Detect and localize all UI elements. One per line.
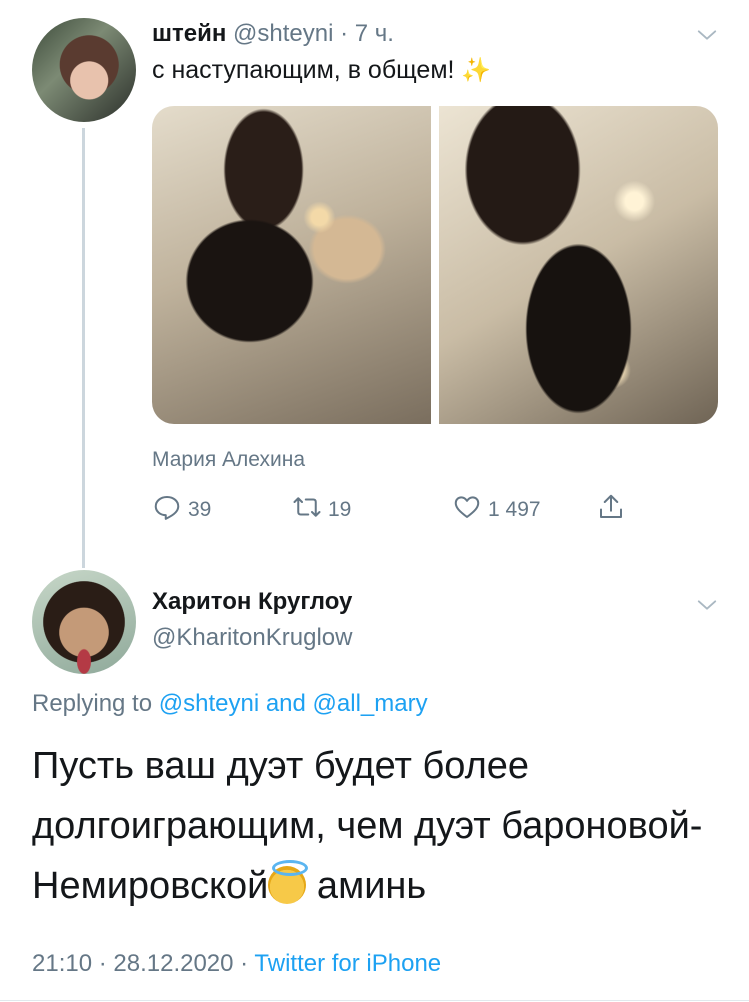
heart-icon: [452, 492, 482, 528]
mention-link[interactable]: @all_mary: [313, 690, 428, 717]
angel-emoji-icon: [268, 860, 309, 904]
tweet-header: штейн @shteyni · 7 ч.: [152, 20, 394, 48]
reply-count: 39: [188, 498, 212, 521]
replying-and[interactable]: and: [266, 690, 306, 717]
avatar[interactable]: [32, 18, 136, 122]
tweet-text: с наступающим, в общем! ✨: [152, 56, 491, 85]
divider: [0, 1000, 749, 1001]
source-link[interactable]: Twitter for iPhone: [254, 950, 441, 977]
reply-icon: [152, 492, 182, 528]
author-handle[interactable]: @shteyni: [233, 20, 333, 47]
reply-author-handle[interactable]: @KharitonKruglow: [152, 624, 352, 652]
media-photo[interactable]: [439, 106, 718, 424]
share-button[interactable]: [596, 492, 626, 528]
retweet-icon: [292, 492, 322, 528]
retweet-count: 19: [328, 498, 352, 521]
retweet-button[interactable]: 19: [292, 492, 351, 528]
like-count: 1 497: [488, 498, 541, 521]
avatar[interactable]: [32, 570, 136, 674]
media-photo[interactable]: [152, 106, 431, 424]
author-name[interactable]: штейн: [152, 20, 226, 47]
reply-text-end: аминь: [306, 865, 427, 907]
replying-to-line: Replying to @shteyni and @all_mary: [32, 690, 428, 718]
tweet-body: с наступающим, в общем!: [152, 56, 455, 84]
tweet-time[interactable]: · 7 ч.: [340, 20, 394, 47]
reply-footer: 21:10 · 28.12.2020 · Twitter for iPhone: [32, 950, 441, 978]
sparkles-emoji: ✨: [461, 57, 492, 84]
reply-button[interactable]: 39: [152, 492, 211, 528]
reply-author-name[interactable]: Харитон Круглоу: [152, 588, 352, 616]
tagged-user[interactable]: Мария Алехина: [152, 448, 305, 472]
like-button[interactable]: 1 497: [452, 492, 541, 528]
reply-body: Пусть ваш дуэт будет более долгоиграющим…: [32, 736, 732, 916]
thread-connector-line: [82, 128, 85, 568]
share-icon: [596, 492, 626, 528]
tweet-actions: 39 19 1 497: [152, 492, 652, 528]
chevron-down-icon[interactable]: [696, 594, 717, 610]
tweet-media: [152, 106, 718, 424]
replying-prefix: Replying to: [32, 690, 153, 717]
mention-link[interactable]: @shteyni: [159, 690, 259, 717]
chevron-down-icon[interactable]: [696, 24, 717, 40]
reply-timestamp[interactable]: 21:10 · 28.12.2020 ·: [32, 950, 248, 977]
